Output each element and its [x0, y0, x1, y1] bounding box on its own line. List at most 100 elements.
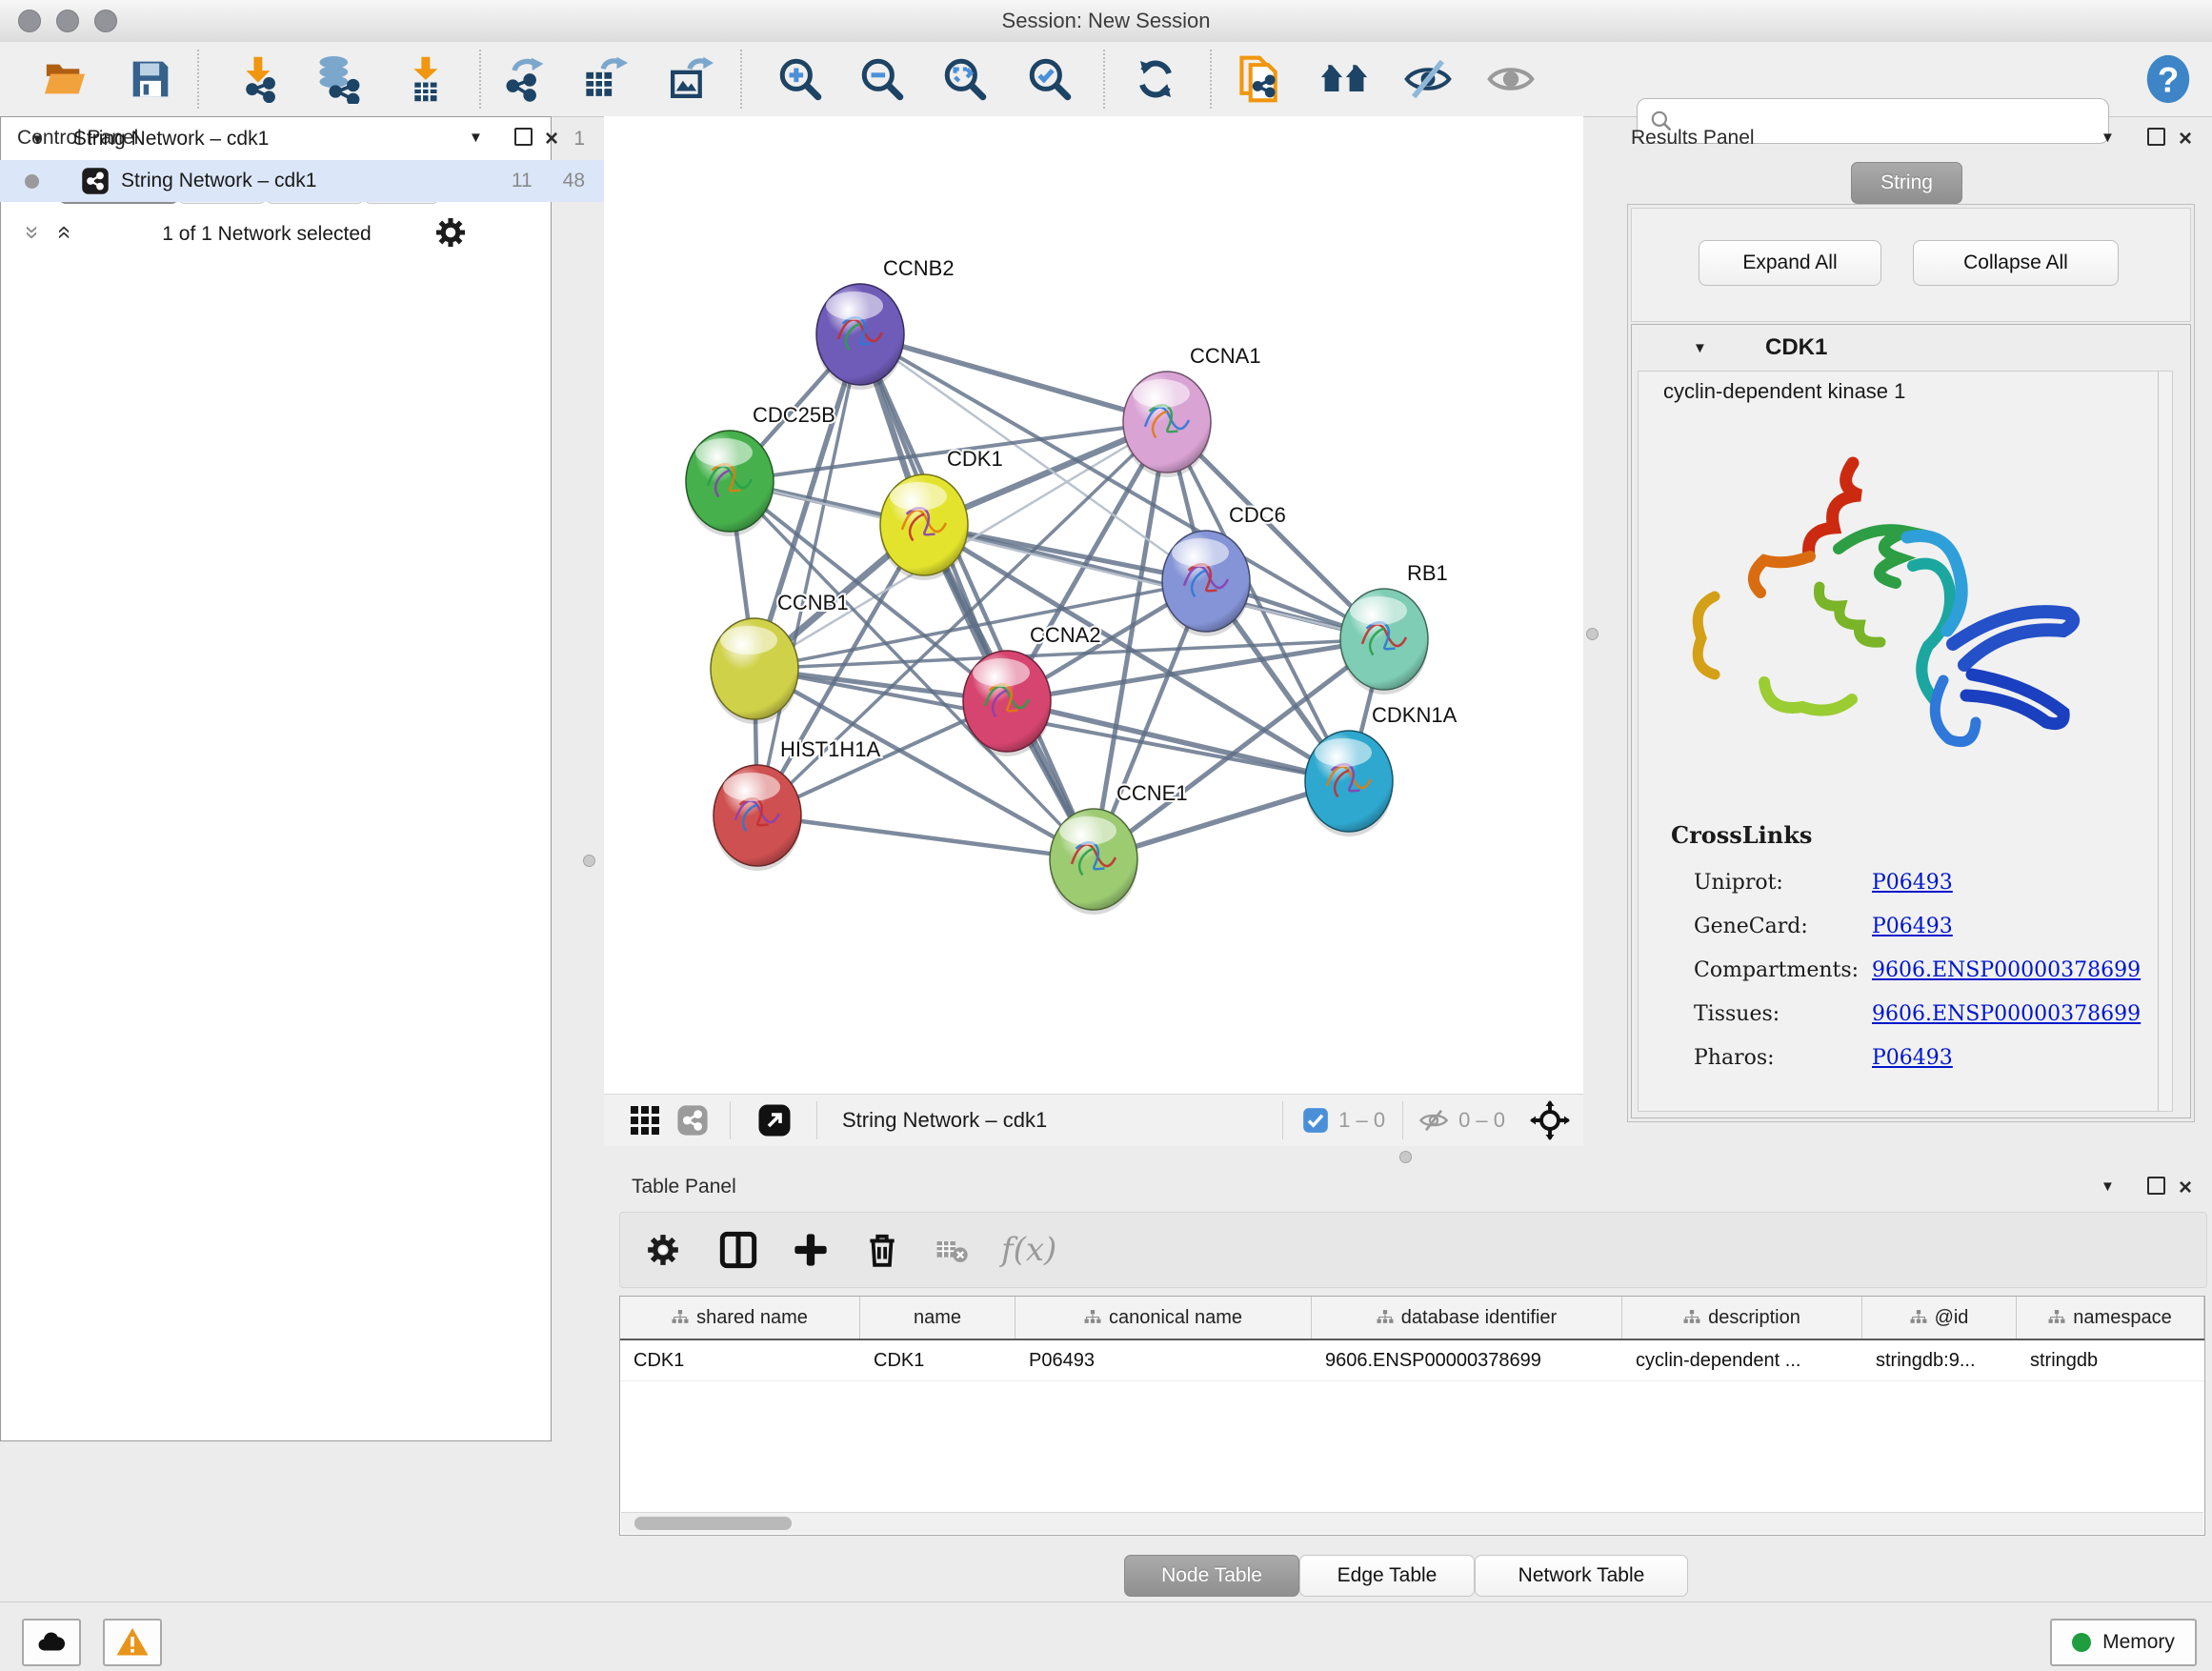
zoom-fit-icon[interactable]	[938, 52, 992, 106]
import-network-database-icon[interactable]	[311, 52, 364, 106]
network-edge-HIST1H1A-CCNE1[interactable]	[757, 815, 1094, 859]
table-panel-collapse-icon[interactable]: ▼	[2101, 1178, 2115, 1195]
table-panel-float-icon[interactable]	[2147, 1177, 2165, 1195]
network-node-HIST1H1A[interactable]	[714, 765, 801, 871]
column-header-description[interactable]: description	[1622, 1297, 1862, 1339]
crosslink-compartments[interactable]: 9606.ENSP00000378699	[1872, 949, 2141, 993]
table-cell[interactable]: CDK1	[860, 1340, 1016, 1380]
results-panel-collapse-icon[interactable]: ▼	[2101, 130, 2115, 146]
left-splitter-handle[interactable]	[583, 855, 595, 867]
column-header-shared-name[interactable]: shared name	[620, 1297, 860, 1339]
export-image-icon[interactable]	[663, 52, 716, 106]
open-session-icon[interactable]	[38, 52, 91, 106]
birdseye-grid-icon[interactable]	[631, 1106, 659, 1135]
save-session-icon[interactable]	[124, 52, 177, 106]
crosslinks-heading: CrossLinks	[1671, 821, 1812, 849]
table-horizontal-scrollbar[interactable]	[621, 1512, 2203, 1534]
collapse-all-button[interactable]: Collapse All	[1913, 240, 2119, 286]
gene-card-expander-icon[interactable]: ▼	[1693, 340, 1707, 356]
zoom-out-icon[interactable]	[855, 52, 909, 106]
expand-all-button[interactable]: Expand All	[1699, 240, 1881, 286]
crosslink-uniprot[interactable]: P06493	[1872, 861, 2141, 905]
crosslink-label: GeneCard:	[1694, 905, 1859, 949]
table-panel-close-icon[interactable]: ×	[2179, 1175, 2192, 1201]
collection-expander-icon[interactable]: ▼	[30, 131, 45, 148]
results-panel: Results Panel ▼ × String Expand All Coll…	[1583, 116, 2212, 1170]
shared-column-icon	[1377, 1310, 1394, 1325]
delete-table-icon[interactable]	[935, 1233, 969, 1267]
column-header-namespace[interactable]: namespace	[2017, 1297, 2204, 1339]
bottom-splitter-handle[interactable]	[1399, 1151, 1412, 1163]
refresh-layout-icon[interactable]	[1129, 52, 1182, 106]
warning-button[interactable]	[103, 1619, 162, 1666]
network-edge-CCNB2-CCNE1[interactable]	[860, 334, 1094, 859]
open-in-window-icon[interactable]	[757, 1103, 792, 1137]
network-canvas[interactable]: CCNB2CCNA1CDC25BCDK1CDC6RB1CCNB1CCNA2CDK…	[604, 116, 1583, 1094]
tab-network-table[interactable]: Network Table	[1475, 1555, 1688, 1597]
results-panel-close-icon[interactable]: ×	[2179, 126, 2192, 152]
show-columns-icon[interactable]	[719, 1231, 757, 1269]
import-network-icon[interactable]	[231, 52, 284, 106]
hidden-eye-slash-icon[interactable]	[1418, 1105, 1449, 1136]
table-cell[interactable]: 9606.ENSP00000378699	[1312, 1340, 1622, 1380]
scrollbar-thumb[interactable]	[634, 1517, 792, 1530]
add-column-icon[interactable]	[792, 1231, 830, 1269]
tab-node-table[interactable]: Node Table	[1124, 1555, 1299, 1597]
zoom-in-icon[interactable]	[774, 52, 827, 106]
table-cell[interactable]: stringdb:9...	[1862, 1340, 2017, 1380]
results-scrollbar[interactable]	[2158, 372, 2172, 1111]
network-edge-CCNB2-CCNA1[interactable]	[860, 334, 1167, 422]
selected-checkbox-icon[interactable]	[1302, 1107, 1329, 1134]
network-collection-row[interactable]: ▼ String Network – cdk1 1	[0, 118, 604, 160]
function-builder-icon[interactable]: f(x)	[1001, 1231, 1056, 1269]
delete-column-trash-icon[interactable]	[864, 1232, 900, 1268]
network-share-grey-icon[interactable]	[676, 1104, 709, 1137]
network-node-CDC25B[interactable]	[686, 431, 774, 536]
network-row-label: String Network – cdk1	[121, 170, 316, 192]
network-node-CCNA2[interactable]	[963, 651, 1051, 756]
node-label-CCNB1: CCNB1	[777, 591, 849, 614]
network-node-CCNB2[interactable]	[816, 284, 904, 390]
string-document-icon[interactable]	[1233, 52, 1286, 106]
table-options-gear-icon[interactable]	[645, 1232, 681, 1268]
export-network-icon[interactable]	[496, 52, 550, 106]
export-table-icon[interactable]	[578, 52, 632, 106]
expand-all-networks-icon[interactable]: «	[56, 226, 75, 239]
help-icon[interactable]: ?	[2142, 52, 2195, 106]
network-node-CCNB1[interactable]	[711, 618, 798, 724]
network-row-selected[interactable]: String Network – cdk1 11 48	[0, 160, 604, 202]
network-node-CDKN1A[interactable]	[1305, 731, 1393, 836]
table-cell[interactable]: P06493	[1016, 1340, 1312, 1380]
table-row[interactable]: CDK1CDK1P064939606.ENSP00000378699cyclin…	[620, 1340, 2204, 1381]
hide-selection-eye-slash-icon[interactable]	[1401, 52, 1455, 106]
network-node-CCNA1[interactable]	[1123, 372, 1211, 477]
network-node-CCNE1[interactable]	[1050, 809, 1137, 915]
tab-string[interactable]: String	[1851, 162, 1962, 204]
cloud-button[interactable]	[22, 1619, 81, 1666]
column-header-label: description	[1708, 1307, 1800, 1329]
network-node-CDK1[interactable]	[880, 474, 968, 580]
homes-icon[interactable]	[1317, 52, 1371, 106]
show-selection-eye-icon[interactable]	[1484, 52, 1538, 106]
network-node-RB1[interactable]	[1340, 589, 1428, 695]
results-panel-float-icon[interactable]	[2147, 128, 2165, 146]
table-cell[interactable]: cyclin-dependent ...	[1622, 1340, 1862, 1380]
crosslink-pharos[interactable]: P06493	[1872, 1037, 2141, 1080]
column-header-database-identifier[interactable]: database identifier	[1312, 1297, 1622, 1339]
table-cell[interactable]: stringdb	[2017, 1340, 2204, 1380]
crosslink-genecard[interactable]: P06493	[1872, 905, 2141, 949]
column-header-name[interactable]: name	[860, 1297, 1016, 1339]
collapse-all-networks-icon[interactable]: »	[24, 226, 43, 239]
table-cell[interactable]: CDK1	[620, 1340, 860, 1380]
column-header--id[interactable]: @id	[1862, 1297, 2017, 1339]
network-options-gear-icon[interactable]	[433, 215, 468, 250]
hidden-counts: 0 – 0	[1458, 1108, 1505, 1133]
import-table-icon[interactable]	[398, 52, 452, 106]
crosslink-tissues[interactable]: 9606.ENSP00000378699	[1872, 993, 2141, 1037]
network-node-CDC6[interactable]	[1162, 531, 1250, 636]
pan-crosshair-icon[interactable]	[1530, 1100, 1570, 1140]
zoom-selected-icon[interactable]	[1023, 52, 1076, 106]
column-header-canonical-name[interactable]: canonical name	[1016, 1297, 1312, 1339]
tab-edge-table[interactable]: Edge Table	[1299, 1555, 1475, 1597]
memory-button[interactable]: Memory	[2050, 1619, 2197, 1666]
